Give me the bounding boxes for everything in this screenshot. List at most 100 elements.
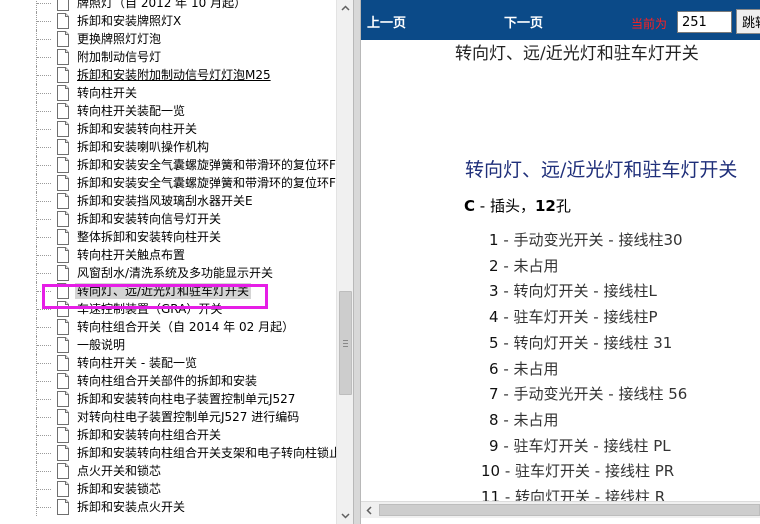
tree-vertical-scrollbar[interactable] (336, 0, 354, 524)
tree-connector-line (37, 345, 51, 346)
tree-connector-line (37, 111, 51, 112)
document-icon (57, 121, 69, 137)
tree-item[interactable]: 一般说明 (0, 336, 336, 354)
tree-item-label: 一般说明 (77, 338, 126, 352)
pin-number: 3 (489, 282, 499, 300)
tree-item-label: 拆卸和安装安全气囊螺旋弹簧和带滑环的复位环F (77, 176, 336, 190)
tree-item[interactable]: 拆卸和安装点火开关 (0, 498, 336, 516)
next-page-link[interactable]: 下一页 (504, 12, 543, 31)
tree-connector-line (37, 507, 51, 508)
prev-page-link[interactable]: 上一页 (367, 12, 406, 31)
tree-item[interactable]: 拆卸和安装喇叭操作机构 (0, 138, 336, 156)
tree-item-label: 拆卸和安装挡风玻璃刮水器开关E (77, 194, 253, 208)
tree-item-label: 转向柱组合开关（自 2014 年 02 月起） (77, 320, 295, 334)
tree-item[interactable]: 转向柱开关 (0, 84, 336, 102)
tree-item-label: 拆卸和安装转向柱组合开关 (77, 428, 222, 442)
tree-item[interactable]: 拆卸和安装转向柱电子装置控制单元J527 (0, 390, 336, 408)
current-page-label: 当前为 (631, 17, 668, 31)
pin-description: - 未占用 (498, 257, 559, 275)
tree-item[interactable]: 附加制动信号灯 (0, 48, 336, 66)
tree-item-label: 车速控制装置（GRA）开关 (77, 302, 223, 316)
tree-item[interactable]: 更换牌照灯灯泡 (0, 30, 336, 48)
document-icon (57, 481, 69, 497)
pin-number: 1 (489, 231, 499, 249)
document-icon (57, 139, 69, 155)
tree-item[interactable]: 拆卸和安装安全气囊螺旋弹簧和带滑环的复位环F (0, 174, 336, 192)
tree-item-label: 拆卸和安装点火开关 (77, 500, 186, 514)
document-icon (57, 355, 69, 371)
pin-row: 9 - 驻车灯开关 - 接线柱 PL (489, 435, 671, 456)
pin-description: - 转向灯开关 - 接线柱L (498, 282, 657, 300)
up-arrow-icon (341, 5, 350, 11)
pin-description: - 驻车灯开关 - 接线柱P (498, 308, 658, 326)
tree-item[interactable]: 拆卸和安装锁芯 (0, 480, 336, 498)
document-icon (57, 247, 69, 263)
tree-connector-line (37, 399, 51, 400)
tree-item-label: 拆卸和安装附加制动信号灯灯泡M25 (77, 68, 271, 82)
tree-item[interactable]: 拆卸和安装挡风玻璃刮水器开关E (0, 192, 336, 210)
tree-item[interactable]: 转向柱开关 - 装配一览 (0, 354, 336, 372)
jump-button[interactable]: 跳转 (736, 9, 760, 34)
doc-horizontal-scrollbar[interactable] (361, 501, 760, 518)
tree-item[interactable]: 拆卸和安装牌照灯X (0, 12, 336, 30)
pin-description: - 转向灯开关 - 接线柱 31 (498, 334, 673, 352)
pin-number: 7 (489, 385, 499, 403)
tree-connector-line (37, 183, 51, 184)
pin-number: 4 (489, 308, 499, 326)
tree-item[interactable]: 拆卸和安装转向信号灯开关 (0, 210, 336, 228)
tree-item-label: 拆卸和安装牌照灯X (77, 14, 182, 28)
tree-item[interactable]: 转向灯、远/近光灯和驻车灯开关 (0, 282, 336, 300)
tree-item-label: 拆卸和安装安全气囊螺旋弹簧和带滑环的复位环F (77, 158, 336, 172)
document-icon (57, 445, 69, 461)
pane-splitter[interactable] (353, 0, 361, 524)
pin-row: 5 - 转向灯开关 - 接线柱 31 (489, 332, 672, 353)
tree-item[interactable]: 风窗刮水/清洗系统及多功能显示开关 (0, 264, 336, 282)
tree-item-label: 拆卸和安装转向柱电子装置控制单元J527 (77, 392, 296, 406)
tree-connector-line (37, 327, 51, 328)
h-scroll-thumb[interactable] (379, 504, 760, 516)
tree-item[interactable]: 拆卸和安装附加制动信号灯灯泡M25 (0, 66, 336, 84)
scroll-left-button[interactable] (361, 502, 378, 519)
tree-item[interactable]: 转向柱组合开关（自 2014 年 02 月起） (0, 318, 336, 336)
document-icon (57, 103, 69, 119)
document-icon (57, 373, 69, 389)
tree-item-label: 附加制动信号灯 (77, 50, 162, 64)
tree-item-label: 拆卸和安装转向信号灯开关 (77, 212, 222, 226)
tree-item[interactable]: 转向柱组合开关部件的拆卸和安装 (0, 372, 336, 390)
tree-item[interactable]: 拆卸和安装安全气囊螺旋弹簧和带滑环的复位环F (0, 156, 336, 174)
pin-row: 7 - 手动变光开关 - 接线柱 56 (489, 383, 687, 404)
tree-connector-line (37, 417, 51, 418)
pin-description: - 未占用 (498, 411, 559, 429)
tree-item[interactable]: 整体拆卸和安装转向柱开关 (0, 228, 336, 246)
tree-connector-line (37, 453, 51, 454)
tree-connector-line (37, 291, 51, 292)
tree-item[interactable]: 转向柱开关触点布置 (0, 246, 336, 264)
document-icon (57, 31, 69, 47)
left-arrow-icon (366, 506, 372, 515)
connector-count: 12 (534, 197, 556, 215)
tree-item[interactable]: 拆卸和安装转向柱开关 (0, 120, 336, 138)
tree-item[interactable]: 拆卸和安装转向柱组合开关支架和电子转向柱锁止 (0, 444, 336, 462)
tree-item[interactable]: 转向柱开关装配一览 (0, 102, 336, 120)
document-icon (57, 265, 69, 281)
scroll-down-button[interactable] (337, 507, 354, 524)
tree-item-label: 拆卸和安装转向柱开关 (77, 122, 198, 136)
tree-item-label: 整体拆卸和安装转向柱开关 (77, 230, 222, 244)
tree-item[interactable]: 点火开关和锁芯 (0, 462, 336, 480)
tree-connector-line (37, 309, 51, 310)
pin-description: - 手动变光开关 - 接线柱 56 (498, 385, 688, 403)
pin-description: - 手动变光开关 - 接线柱30 (498, 231, 683, 249)
tree-connector-line (37, 21, 51, 22)
tree-item[interactable]: 对转向柱电子装置控制单元J527 进行编码 (0, 408, 336, 426)
tree-item[interactable]: 拆卸和安装转向柱组合开关 (0, 426, 336, 444)
pin-number: 9 (489, 437, 499, 455)
document-icon (57, 409, 69, 425)
page-number-input[interactable] (677, 11, 732, 33)
pin-row: 1 - 手动变光开关 - 接线柱30 (489, 229, 683, 250)
tree-item-label: 牌照灯（自 2012 年 10 月起） (77, 0, 247, 10)
scroll-thumb[interactable] (339, 291, 352, 395)
tree-item[interactable]: 牌照灯（自 2012 年 10 月起） (0, 0, 336, 12)
tree-item-label: 更换牌照灯灯泡 (77, 32, 162, 46)
scroll-up-button[interactable] (337, 0, 354, 17)
tree-item[interactable]: 车速控制装置（GRA）开关 (0, 300, 336, 318)
